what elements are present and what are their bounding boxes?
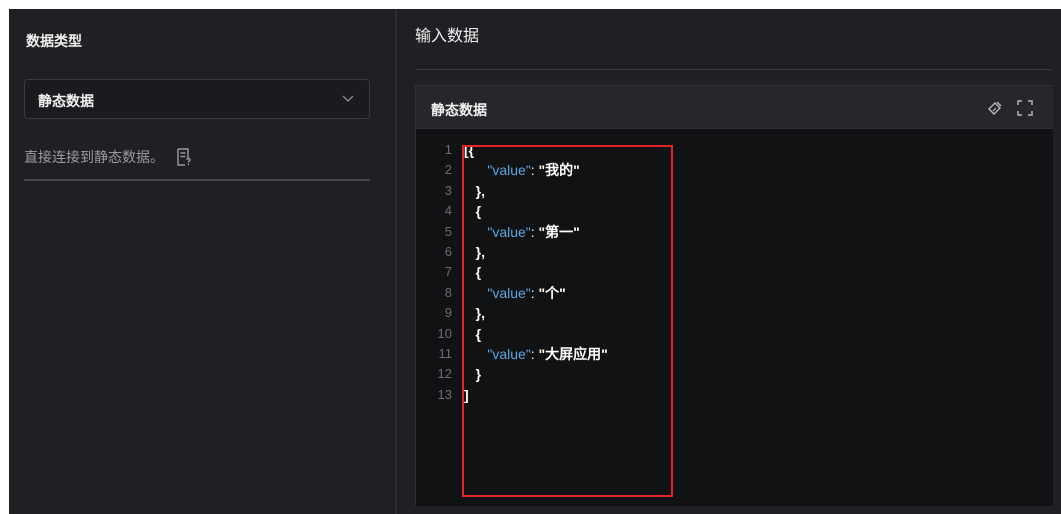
json-key: "value" <box>487 345 531 362</box>
line-number: 8 <box>444 284 452 300</box>
code-line: "value": "我的" <box>487 162 580 179</box>
line-number: 2 <box>444 162 452 178</box>
json-bracket: { <box>475 203 482 220</box>
code-line: { <box>464 262 608 282</box>
code-line: }, <box>464 242 608 262</box>
left-divider <box>24 179 370 181</box>
data-type-panel: 数据类型 静态数据 直接连接到静态数据。 <box>9 9 395 514</box>
line-number: 10 <box>437 325 452 341</box>
json-value: "大屏应用" <box>538 345 608 362</box>
line-number: 9 <box>444 305 452 321</box>
fullscreen-icon[interactable] <box>1016 99 1034 117</box>
code-line: { <box>464 201 608 221</box>
static-data-editor[interactable]: 静态数据 1 2 3 4 5 6 7 8 9 10 11 12 13 [{ "value": "我的" … <box>415 85 1053 506</box>
format-brush-icon[interactable] <box>986 99 1004 117</box>
json-value: "我的" <box>538 162 580 179</box>
line-number: 12 <box>437 366 452 382</box>
code-line: "value": "个" <box>487 284 566 301</box>
json-value: "第一" <box>538 223 580 240</box>
code-area[interactable]: [{ "value": "我的" }, { "value": "第一" }, {… <box>464 140 608 405</box>
code-line: "value": "大屏应用" <box>487 345 608 362</box>
json-bracket: [{ <box>464 142 475 158</box>
data-type-select[interactable]: 静态数据 <box>24 79 370 119</box>
json-value: "个" <box>538 284 566 301</box>
line-number: 7 <box>444 264 452 280</box>
chevron-down-icon <box>342 95 354 102</box>
code-line: { <box>464 324 608 344</box>
line-number: 5 <box>444 223 452 239</box>
line-number: 1 <box>444 142 452 157</box>
code-line: [{ <box>464 140 608 160</box>
json-key: "value" <box>487 223 531 240</box>
code-line: "value": "第一" <box>487 223 580 240</box>
line-number: 4 <box>444 203 452 219</box>
json-bracket: { <box>475 264 482 281</box>
input-data-title: 输入数据 <box>415 28 480 45</box>
line-number-gutter: 1 2 3 4 5 6 7 8 9 10 11 12 13 <box>416 140 460 405</box>
data-type-title: 数据类型 <box>26 33 82 49</box>
json-bracket: }, <box>475 182 486 199</box>
json-key: "value" <box>487 284 531 301</box>
line-number: 11 <box>438 345 453 361</box>
json-bracket: } <box>475 366 482 383</box>
line-number: 6 <box>444 243 452 259</box>
editor-title: 静态数据 <box>431 102 487 118</box>
code-line: }, <box>464 303 608 323</box>
right-divider <box>415 69 1052 70</box>
document-help-icon[interactable] <box>176 148 192 166</box>
json-bracket: ] <box>464 386 469 403</box>
code-line: } <box>464 364 608 384</box>
json-bracket: }, <box>475 243 486 260</box>
line-number: 13 <box>437 386 452 402</box>
panel-divider <box>395 9 397 514</box>
data-type-select-value: 静态数据 <box>38 93 94 109</box>
editor-header: 静态数据 <box>416 86 1053 129</box>
json-key: "value" <box>487 162 531 179</box>
data-type-description-row: 直接连接到静态数据。 <box>24 145 192 169</box>
code-line: ] <box>464 385 608 405</box>
code-line: }, <box>464 181 608 201</box>
line-number: 3 <box>444 182 452 198</box>
json-bracket: { <box>475 325 482 342</box>
json-bracket: }, <box>475 305 486 322</box>
data-type-description: 直接连接到静态数据。 <box>24 149 164 165</box>
